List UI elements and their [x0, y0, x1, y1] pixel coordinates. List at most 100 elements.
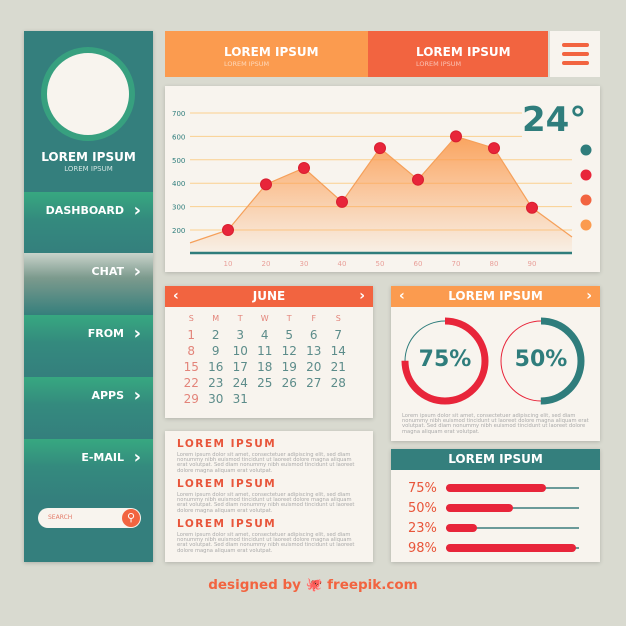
x-tick-label: 80: [490, 260, 499, 268]
calendar-day[interactable]: 16: [204, 360, 229, 376]
sidebar-item-label: FROM: [87, 327, 124, 340]
calendar-grid: S M T W T F S 1 2 3 4 5 6 7 8 9 10 11 12 13 14 15 16 17 18 19 20 21…: [179, 314, 365, 408]
calendar-day: [326, 392, 351, 408]
calendar-day[interactable]: 8: [179, 344, 204, 360]
x-tick-label: 10: [224, 260, 233, 268]
calendar-day[interactable]: 14: [326, 344, 351, 360]
calendar-day[interactable]: 15: [179, 360, 204, 376]
calendar: ‹ JUNE › S M T W T F S 1 2 3 4 5 6 7 8 9 10 11 12 13 14 15 16 1…: [165, 286, 373, 418]
calendar-day[interactable]: 4: [253, 328, 278, 344]
donut-panel: ‹ LOREM IPSUM › 75% 50% Lorem ipsum dolo…: [391, 286, 600, 441]
progress-row: 75%: [391, 481, 600, 496]
search-input[interactable]: SEARCH ⚲: [38, 508, 141, 528]
data-point[interactable]: [374, 142, 386, 155]
calendar-day: [253, 392, 278, 408]
prev-month-button[interactable]: ‹: [173, 286, 179, 307]
y-tick-label: 600: [172, 133, 185, 141]
calendar-day[interactable]: 28: [326, 376, 351, 392]
tab-1[interactable]: LOREM IPSUM LOREM IPSUM: [165, 31, 368, 77]
calendar-day[interactable]: 9: [204, 344, 229, 360]
progress-value: 75%: [408, 481, 437, 496]
sidebar-item-label: E-MAIL: [81, 451, 124, 464]
chevron-right-icon: ›: [133, 323, 141, 344]
calendar-day[interactable]: 20: [302, 360, 327, 376]
article: LOREM IPSUM Lorem ipsum dolor sit amet, c…: [177, 438, 363, 474]
calendar-day[interactable]: 29: [179, 392, 204, 408]
tab-2[interactable]: LOREM IPSUM LOREM IPSUM: [368, 31, 548, 77]
data-point[interactable]: [450, 130, 462, 143]
sidebar: LOREM IPSUM LOREM IPSUM DASHBOARD › CHAT ›…: [24, 31, 153, 562]
progress-fill: [446, 504, 513, 512]
data-point[interactable]: [336, 195, 348, 208]
calendar-day[interactable]: 13: [302, 344, 327, 360]
calendar-day[interactable]: 10: [228, 344, 253, 360]
sidebar-item-chat[interactable]: CHAT ›: [24, 253, 153, 315]
progress-panel-header: LOREM IPSUM: [391, 449, 600, 470]
temperature: 24°: [522, 100, 587, 140]
calendar-day[interactable]: 26: [277, 376, 302, 392]
calendar-header: ‹ JUNE ›: [165, 286, 373, 307]
next-month-button[interactable]: ›: [359, 286, 365, 307]
calendar-day[interactable]: 31: [228, 392, 253, 408]
calendar-day[interactable]: 18: [253, 360, 278, 376]
article-body: Lorem ipsum dolor sit amet, consectetuer…: [177, 492, 355, 514]
sidebar-item-email[interactable]: E-MAIL ›: [24, 439, 153, 501]
calendar-day[interactable]: 19: [277, 360, 302, 376]
week-row: 29 30 31: [179, 392, 365, 408]
y-tick-label: 200: [172, 227, 185, 235]
data-point[interactable]: [488, 142, 500, 155]
profile-name: LOREM IPSUM: [41, 150, 136, 164]
sidebar-item-from[interactable]: FROM ›: [24, 315, 153, 377]
chevron-right-icon: ›: [133, 385, 141, 406]
calendar-day: [277, 392, 302, 408]
progress-value: 50%: [408, 501, 437, 516]
calendar-day[interactable]: 25: [253, 376, 278, 392]
data-point[interactable]: [222, 224, 234, 236]
calendar-day[interactable]: 6: [302, 328, 327, 344]
calendar-day[interactable]: 27: [302, 376, 327, 392]
progress-fill: [446, 524, 477, 532]
donut-value: 75%: [418, 347, 472, 372]
calendar-day[interactable]: 21: [326, 360, 351, 376]
data-point[interactable]: [412, 173, 424, 186]
weekday-label: T: [286, 314, 292, 323]
progress-value: 23%: [408, 521, 437, 536]
calendar-day[interactable]: 12: [277, 344, 302, 360]
calendar-day[interactable]: 24: [228, 376, 253, 392]
tab-title: LOREM IPSUM: [224, 45, 319, 59]
calendar-day[interactable]: 17: [228, 360, 253, 376]
hamburger-icon[interactable]: [550, 31, 600, 77]
calendar-day[interactable]: 1: [179, 328, 204, 344]
data-point[interactable]: [526, 201, 538, 214]
legend-dot: [580, 144, 592, 156]
x-tick-label: 60: [414, 260, 423, 268]
data-point[interactable]: [298, 161, 310, 174]
calendar-day[interactable]: 5: [277, 328, 302, 344]
chevron-right-icon: ›: [133, 261, 141, 282]
sidebar-item-apps[interactable]: APPS ›: [24, 377, 153, 439]
chevron-right-icon: ›: [133, 200, 141, 221]
weekday-label: F: [311, 314, 317, 323]
sidebar-item-label: DASHBOARD: [45, 204, 124, 217]
calendar-day[interactable]: 3: [228, 328, 253, 344]
progress-panel-title: LOREM IPSUM: [448, 452, 543, 466]
article-title: LOREM IPSUM: [177, 438, 277, 450]
article-title: LOREM IPSUM: [177, 478, 277, 490]
week-row: 1234567: [179, 328, 365, 344]
y-tick-label: 500: [172, 157, 185, 165]
weekday-label: M: [212, 314, 220, 323]
week-row: 8 9 10 11 12 13 14: [179, 344, 365, 360]
calendar-day[interactable]: 23: [204, 376, 229, 392]
x-tick-label: 30: [300, 260, 309, 268]
data-point[interactable]: [260, 178, 272, 191]
calendar-day[interactable]: 30: [204, 392, 229, 408]
calendar-day[interactable]: 22: [179, 376, 204, 392]
legend-dot: [580, 219, 592, 231]
calendar-day[interactable]: 2: [204, 328, 229, 344]
donut-value: 50%: [514, 347, 568, 372]
calendar-day[interactable]: 11: [253, 344, 278, 360]
sidebar-item-dashboard[interactable]: DASHBOARD ›: [24, 192, 153, 254]
sidebar-item-label: CHAT: [91, 265, 124, 278]
search-icon[interactable]: ⚲: [122, 509, 140, 527]
calendar-day[interactable]: 7: [326, 328, 351, 344]
